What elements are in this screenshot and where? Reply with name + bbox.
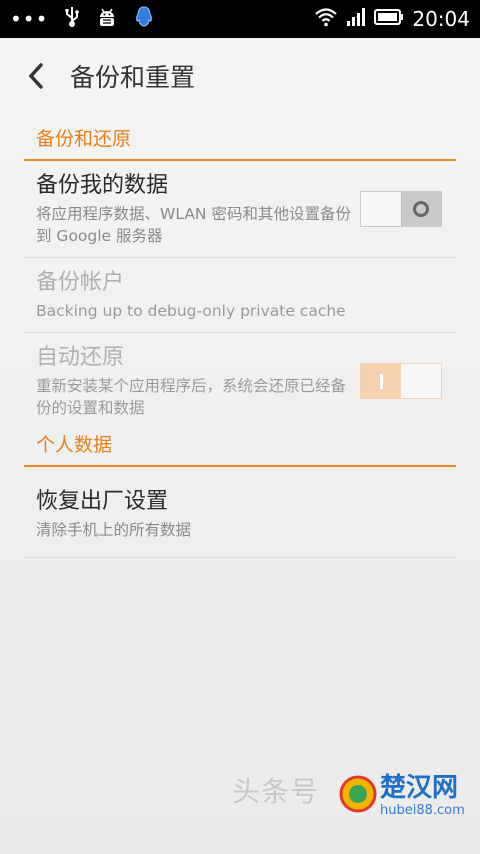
status-bar: ••• 20:04 (0, 0, 480, 38)
usb-icon (64, 6, 80, 32)
backup-data-switch[interactable] (360, 191, 442, 227)
logo-subtitle: hubei88.com (380, 803, 465, 818)
page-title: 备份和重置 (70, 63, 196, 92)
auto-restore-switch (360, 363, 442, 399)
pref-title: 自动还原 (36, 345, 125, 370)
pref-summary: 将应用程序数据、WLAN 密码和其他设置备份到 Google 服务器 (36, 205, 351, 245)
pref-factory-reset[interactable]: 恢复出厂设置 清除手机上的所有数据 (24, 467, 456, 558)
pref-auto-restore: 自动还原 重新安装某个应用程序后，系统会还原已经备份的设置和数据 (24, 333, 456, 429)
signal-icon (346, 7, 366, 31)
watermark: 头条号 楚汉网 hubei88.com (232, 760, 480, 820)
back-button[interactable] (24, 61, 48, 91)
action-bar: 备份和重置 (0, 38, 480, 114)
pref-backup-my-data[interactable]: 备份我的数据 将应用程序数据、WLAN 密码和其他设置备份到 Google 服务… (24, 161, 456, 258)
pref-backup-account: 备份帐户 Backing up to debug-only private ca… (24, 258, 456, 333)
qq-icon (134, 5, 154, 33)
more-notifications-icon: ••• (10, 7, 49, 31)
section-header-backup: 备份和还原 (24, 114, 456, 161)
settings-screen: 备份和重置 备份和还原 备份我的数据 将应用程序数据、WLAN 密码和其他设置备… (0, 38, 480, 854)
wifi-icon (314, 7, 338, 31)
pref-summary: Backing up to debug-only private cache (36, 302, 346, 320)
clock: 20:04 (412, 7, 470, 31)
switch-on-icon (379, 373, 383, 389)
pref-title: 恢复出厂设置 (36, 489, 169, 514)
watermark-text: 头条号 (232, 775, 320, 808)
android-debug-icon (96, 6, 118, 32)
pref-summary: 清除手机上的所有数据 (36, 521, 192, 539)
section-header-personal-data: 个人数据 (24, 429, 456, 467)
pref-title: 备份帐户 (36, 270, 125, 295)
logo-title: 楚汉网 (380, 773, 458, 803)
pref-title: 备份我的数据 (36, 173, 169, 198)
site-logo: 楚汉网 hubei88.com (339, 773, 465, 818)
battery-icon (374, 8, 404, 30)
switch-off-icon (413, 201, 430, 217)
pref-summary: 重新安装某个应用程序后，系统会还原已经备份的设置和数据 (36, 377, 347, 417)
chevron-left-icon (28, 63, 43, 89)
